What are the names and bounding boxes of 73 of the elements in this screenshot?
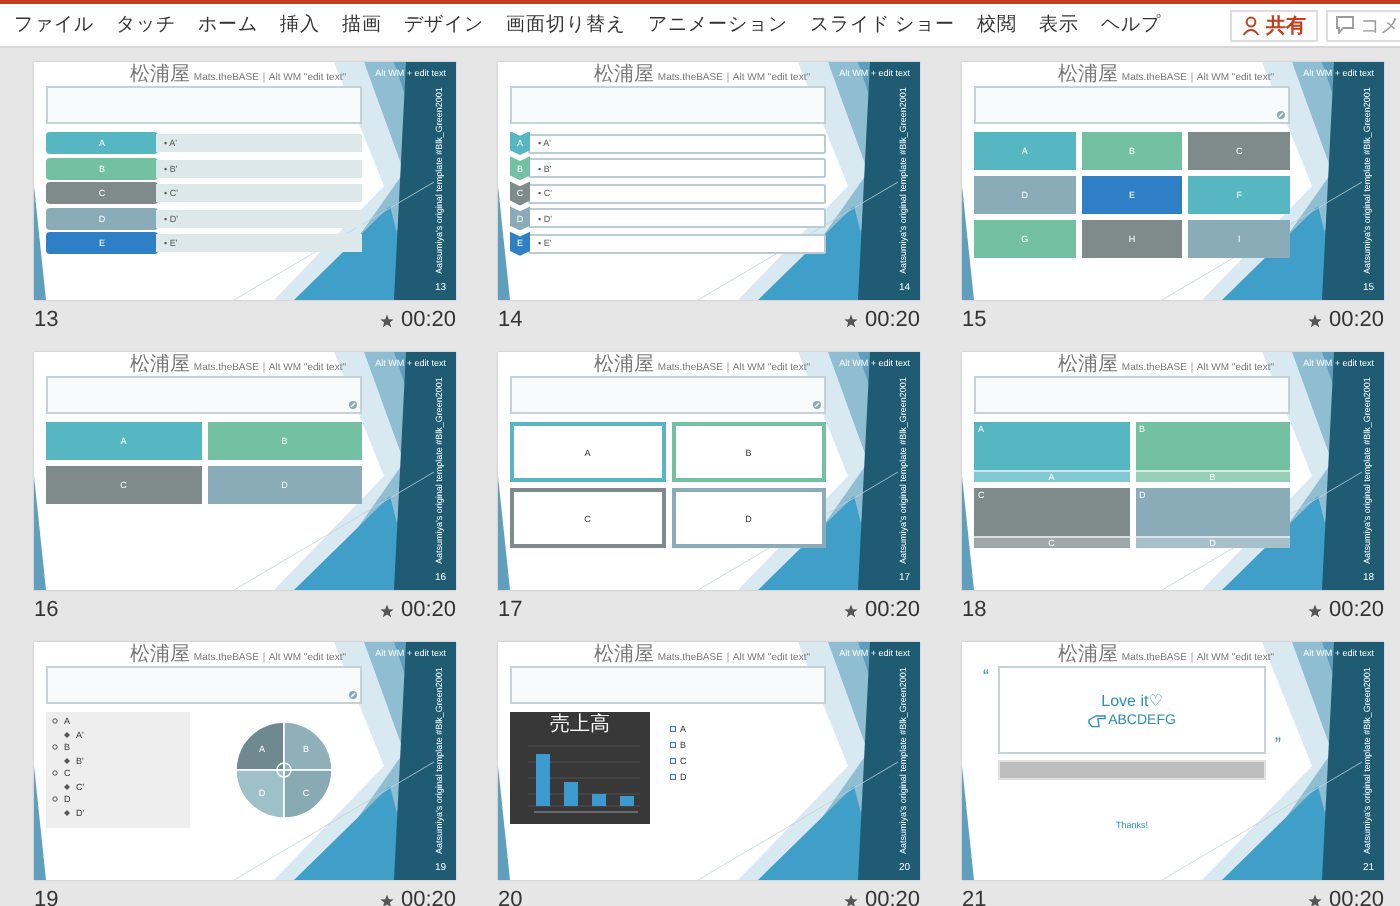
chart-title: 売上高 xyxy=(550,714,610,738)
transition-time: 00:20 xyxy=(400,308,456,332)
slide-index: 17 xyxy=(498,598,523,622)
share-button[interactable]: 共有 xyxy=(1230,9,1318,41)
menu-tab[interactable]: 挿入 xyxy=(280,12,320,38)
star-icon xyxy=(380,603,395,617)
slide-index: 13 xyxy=(34,308,59,332)
circle-bullet-icon xyxy=(52,770,58,776)
square-bullet-icon xyxy=(670,726,676,732)
square-bullet-icon xyxy=(670,758,676,764)
diamond-bullet-icon xyxy=(64,757,70,763)
star-icon xyxy=(844,893,859,906)
transition-time: 00:20 xyxy=(1328,888,1384,906)
star-icon xyxy=(380,313,395,327)
transition-time: 00:20 xyxy=(864,308,920,332)
star-icon xyxy=(380,893,395,906)
slide-index: 20 xyxy=(498,888,523,906)
diamond-bullet-icon xyxy=(64,809,70,815)
circle-bullet-icon xyxy=(52,718,58,724)
headline-text: Love it♡ xyxy=(1101,692,1163,710)
menu-tab[interactable]: 校閲 xyxy=(977,12,1018,38)
edit-icon xyxy=(1276,110,1286,120)
circle-bullet-icon xyxy=(52,744,58,750)
crosshair-icon xyxy=(273,759,295,781)
diamond-bullet-icon xyxy=(64,783,70,789)
quote-mark: ” xyxy=(1273,734,1283,754)
menu-tab[interactable]: アニメーション xyxy=(648,12,788,38)
header-text: 松浦屋 xyxy=(1057,66,1118,86)
menu-tab[interactable]: デザイン xyxy=(404,12,484,38)
menu-tab[interactable]: 画面切り替え xyxy=(506,12,626,38)
transition-time: 00:20 xyxy=(1328,308,1384,332)
header-text: 松浦屋 xyxy=(593,356,654,376)
person-icon xyxy=(1242,15,1260,35)
transition-time: 00:20 xyxy=(864,598,920,622)
menu-tab[interactable]: スライド ショー xyxy=(810,12,956,38)
star-icon xyxy=(1308,893,1323,906)
slide-index: 19 xyxy=(34,888,59,906)
star-icon xyxy=(844,603,859,617)
speech-bubble-icon xyxy=(1336,16,1354,34)
menu-tab[interactable]: タッチ xyxy=(116,12,176,38)
header-text: 松浦屋 xyxy=(129,66,190,86)
slide-index: 14 xyxy=(498,308,523,332)
square-bullet-icon xyxy=(670,742,676,748)
header-text: 松浦屋 xyxy=(593,646,654,666)
header-text: 松浦屋 xyxy=(593,66,654,86)
slide-index: 16 xyxy=(34,598,59,622)
header-text: 松浦屋 xyxy=(1057,646,1118,666)
transition-time: 00:20 xyxy=(400,888,456,906)
header-text: 松浦屋 xyxy=(129,356,190,376)
slide-index: 18 xyxy=(962,598,987,622)
circle-bullet-icon xyxy=(52,796,58,802)
star-icon xyxy=(844,313,859,327)
diamond-bullet-icon xyxy=(64,731,70,737)
transition-time: 00:20 xyxy=(864,888,920,906)
edit-icon xyxy=(812,400,822,410)
star-icon xyxy=(1308,313,1323,327)
square-bullet-icon xyxy=(670,774,676,780)
menu-tab[interactable]: 描画 xyxy=(342,12,382,38)
menu-tab[interactable]: 表示 xyxy=(1039,12,1080,38)
star-icon xyxy=(1308,603,1323,617)
edit-icon xyxy=(348,400,358,410)
menu-tab[interactable]: ホーム xyxy=(198,12,258,38)
quote-mark: “ xyxy=(981,666,991,686)
menu-tab[interactable]: ファイル xyxy=(14,12,94,38)
transition-time: 00:20 xyxy=(400,598,456,622)
menu-tab[interactable]: ヘルプ xyxy=(1101,12,1162,38)
header-text: 松浦屋 xyxy=(1057,356,1118,376)
slide-index: 15 xyxy=(962,308,987,332)
slide-index: 21 xyxy=(962,888,987,906)
header-text: 松浦屋 xyxy=(129,646,190,666)
pointing-hand-icon xyxy=(1088,714,1107,728)
transition-time: 00:20 xyxy=(1328,598,1384,622)
edit-icon xyxy=(348,690,358,700)
